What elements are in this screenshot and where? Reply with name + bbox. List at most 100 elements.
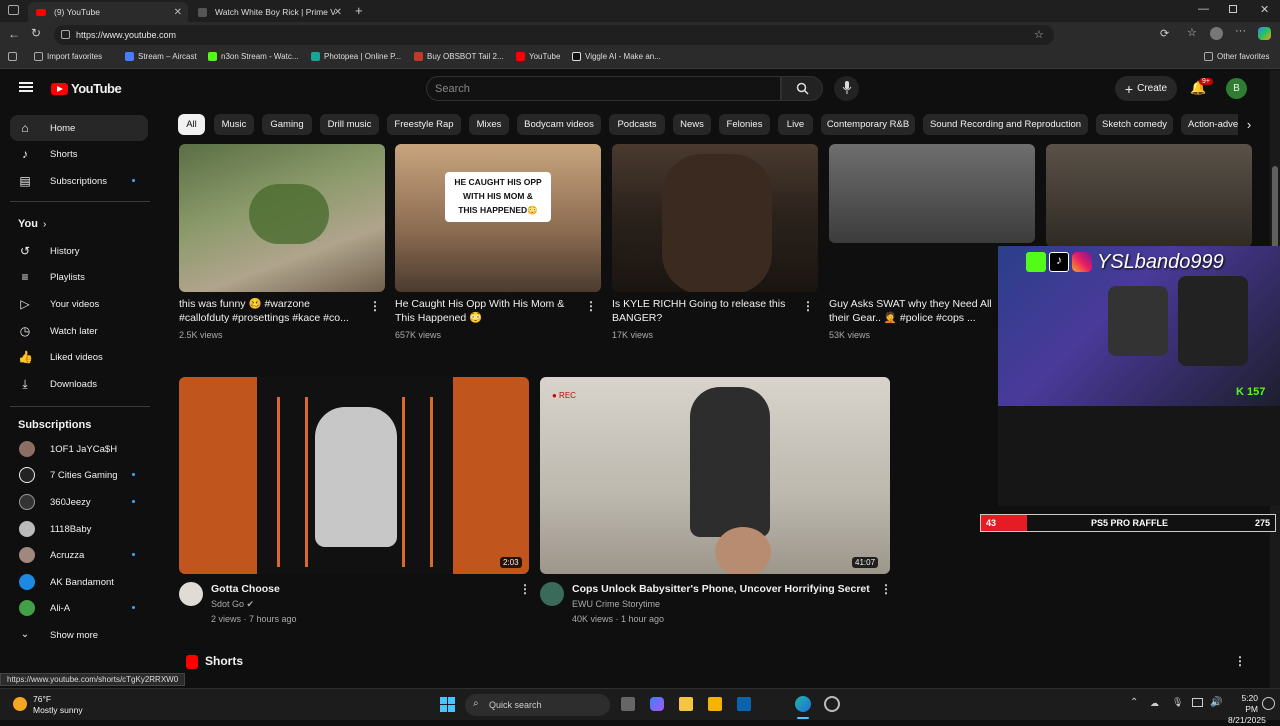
channel-name[interactable]: EWU Crime Storytime — [572, 597, 660, 611]
chip-gaming[interactable]: Gaming — [262, 114, 312, 135]
sidebar-item-home[interactable]: ⌂ Home — [10, 115, 148, 141]
windows-start-icon[interactable] — [440, 697, 455, 712]
copilot-icon[interactable] — [1258, 27, 1271, 40]
sidebar-you-heading[interactable]: You › — [10, 211, 148, 237]
show-more-button[interactable]: ⌄ Show more — [10, 622, 148, 648]
favorites-icon[interactable]: ☆ — [1187, 26, 1197, 39]
site-info-icon[interactable] — [61, 30, 70, 39]
close-tab-icon[interactable]: ✕ — [334, 7, 342, 18]
sidebar-sub-channel[interactable]: Acruzza — [10, 542, 148, 568]
video-thumbnail[interactable]: HE CAUGHT HIS OPP WITH HIS MOM & THIS HA… — [395, 144, 601, 292]
sidebar-item-watch-later[interactable]: ◷ Watch later — [10, 318, 148, 344]
chip-news[interactable]: News — [673, 114, 711, 135]
sidebar-sub-channel[interactable]: 1OF1 JaYCa$H — [10, 436, 148, 462]
extensions-icon[interactable]: ⟳ — [1160, 27, 1169, 40]
more-menu-icon[interactable]: ··· — [1235, 25, 1246, 37]
edge-browser-icon[interactable] — [795, 696, 811, 712]
video-menu-icon[interactable]: ⋮ — [369, 299, 381, 313]
close-window-icon[interactable]: ✕ — [1260, 3, 1269, 16]
sidebar-sub-channel[interactable]: AK Bandamont — [10, 569, 148, 595]
video-menu-icon[interactable]: ⋮ — [802, 299, 814, 313]
chip-felonies[interactable]: Felonies — [719, 114, 770, 135]
sidebar-item-playlists[interactable]: ≡ Playlists — [10, 264, 148, 290]
cloud-icon[interactable]: ☁ — [1150, 698, 1159, 709]
chip-live[interactable]: Live — [778, 114, 813, 135]
bookmark-import-favorites[interactable]: Import favorites — [34, 52, 102, 61]
notification-center-icon[interactable] — [1262, 697, 1275, 710]
sidebar-sub-channel[interactable]: 7 Cities Gaming — [10, 462, 148, 488]
taskbar-clock[interactable]: 5:20 PM 8/21/2025 — [1228, 693, 1266, 726]
channel-avatar[interactable] — [179, 582, 203, 606]
bookmark-youtube[interactable]: YouTube — [516, 52, 560, 61]
close-tab-icon[interactable]: ✕ — [174, 7, 182, 18]
youtube-logo[interactable]: YouTube — [51, 81, 122, 96]
channel-name[interactable]: Sdot Go ✔ — [211, 597, 254, 611]
taskbar-search[interactable]: ⌕ Quick search — [465, 694, 610, 716]
video-title[interactable]: Is KYLE RICHH Going to release this BANGE… — [612, 297, 797, 325]
display-icon[interactable] — [1192, 698, 1203, 707]
sidebar-item-your-videos[interactable]: ▷ Your videos — [10, 291, 148, 317]
chips-next-chevron-icon[interactable]: › — [1238, 114, 1260, 136]
other-favorites[interactable]: Other favorites — [1204, 52, 1269, 61]
video-title[interactable]: this was funny 🥴 #warzone #callofduty #pr… — [179, 297, 364, 325]
store-app-icon[interactable] — [679, 697, 693, 711]
bookmark-obsbot[interactable]: Buy OBSBOT Tail 2... — [414, 52, 504, 61]
chip-drill-music[interactable]: Drill music — [320, 114, 379, 135]
show-hidden-icons-chevron-icon[interactable]: ⌃ — [1130, 697, 1138, 708]
video-title[interactable]: Guy Asks SWAT why they Need All their Gea… — [829, 297, 997, 325]
weather-widget[interactable]: 76°F Mostly sunny — [33, 694, 83, 716]
video-menu-icon[interactable]: ⋮ — [519, 582, 531, 596]
menu-icon[interactable] — [19, 82, 33, 92]
video-menu-icon[interactable]: ⋮ — [585, 299, 597, 313]
bookmark-aircast[interactable]: Stream – Aircast — [125, 52, 197, 61]
favorite-star-icon[interactable]: ☆ — [1034, 28, 1044, 41]
chip-all[interactable]: All — [178, 114, 205, 135]
video-thumbnail[interactable] — [179, 144, 385, 292]
sidebar-item-shorts[interactable]: ♪ Shorts — [10, 141, 148, 167]
create-button[interactable]: + Create — [1115, 76, 1177, 101]
url-field[interactable]: https://www.youtube.com ☆ — [54, 25, 1054, 45]
volume-icon[interactable]: 🔊 — [1210, 697, 1222, 708]
chip-music[interactable]: Music — [214, 114, 254, 135]
search-button[interactable] — [781, 76, 823, 101]
chip-mixes[interactable]: Mixes — [469, 114, 509, 135]
video-menu-icon[interactable]: ⋮ — [880, 582, 892, 596]
video-thumbnail[interactable] — [612, 144, 818, 292]
chip-sketch-comedy[interactable]: Sketch comedy — [1096, 114, 1173, 135]
tab-prime-video[interactable]: Watch White Boy Rick | Prime Vid ✕ — [190, 2, 348, 22]
video-thumbnail[interactable]: ● REC 41:07 — [540, 377, 890, 574]
sidebar-item-subscriptions[interactable]: ▤ Subscriptions — [10, 168, 148, 194]
account-avatar[interactable]: B — [1226, 78, 1247, 99]
sidebar-sub-channel[interactable]: 1118Baby — [10, 516, 148, 542]
chip-bodycam-videos[interactable]: Bodycam videos — [517, 114, 601, 135]
video-title[interactable]: Gotta Choose — [211, 582, 280, 596]
file-explorer-icon[interactable] — [708, 697, 722, 711]
channel-avatar[interactable] — [540, 582, 564, 606]
bookmark-n3on[interactable]: n3on Stream - Watc... — [208, 52, 299, 61]
sidebar-item-liked-videos[interactable]: 👍 Liked videos — [10, 344, 148, 370]
refresh-icon[interactable]: ↻ — [31, 26, 41, 40]
chip-sound-recording[interactable]: Sound Recording and Reproduction — [923, 114, 1088, 135]
workspaces-icon[interactable] — [8, 5, 19, 15]
voice-search-button[interactable] — [834, 76, 859, 101]
video-thumbnail[interactable]: 2:03 — [179, 377, 529, 574]
sidebar-item-history[interactable]: ↺ History — [10, 238, 148, 264]
copilot-app-icon[interactable] — [650, 697, 664, 711]
sidebar-sub-channel[interactable]: 360Jeezy — [10, 489, 148, 515]
reading-list-icon[interactable] — [8, 52, 17, 61]
search-input[interactable]: Search — [426, 76, 781, 101]
chip-contemporary-rnb[interactable]: Contemporary R&B — [821, 114, 915, 135]
app-icon[interactable] — [824, 696, 840, 712]
profile-icon[interactable] — [1210, 27, 1223, 40]
outlook-icon[interactable] — [737, 697, 751, 711]
sidebar-sub-channel[interactable]: Ali-A — [10, 595, 148, 621]
tab-youtube[interactable]: (9) YouTube ✕ — [28, 2, 188, 22]
video-title[interactable]: He Caught His Opp With His Mom & This Hap… — [395, 297, 580, 325]
task-view-icon[interactable] — [621, 697, 635, 711]
chip-freestyle-rap[interactable]: Freestyle Rap — [387, 114, 461, 135]
bookmark-photopea[interactable]: Photopea | Online P... — [311, 52, 401, 61]
restore-icon[interactable] — [1229, 5, 1237, 13]
video-title[interactable]: Cops Unlock Babysitter's Phone, Uncover … — [572, 582, 870, 596]
microphone-tray-icon[interactable]: 🎙 — [1172, 697, 1183, 708]
sidebar-item-downloads[interactable]: ⤓ Downloads — [10, 371, 148, 397]
